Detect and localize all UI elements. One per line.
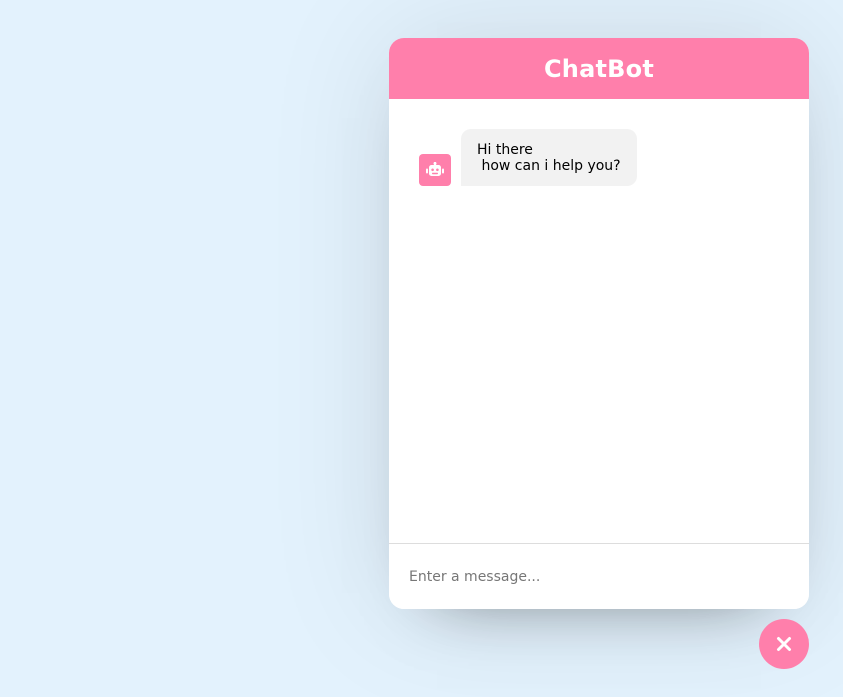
message-input[interactable] xyxy=(409,568,789,585)
message-bubble: Hi there how can i help you? xyxy=(461,129,637,186)
robot-icon xyxy=(419,154,451,186)
close-icon xyxy=(776,636,792,652)
chat-message-list: Hi there how can i help you? xyxy=(389,99,809,543)
chat-input-area xyxy=(389,543,809,609)
incoming-message: Hi there how can i help you? xyxy=(419,129,789,186)
chat-title: ChatBot xyxy=(543,54,655,83)
chatbot-window: ChatBot Hi there how can i help you? xyxy=(389,38,809,609)
chatbot-toggler-button[interactable] xyxy=(759,619,809,669)
chat-header: ChatBot xyxy=(389,38,809,99)
